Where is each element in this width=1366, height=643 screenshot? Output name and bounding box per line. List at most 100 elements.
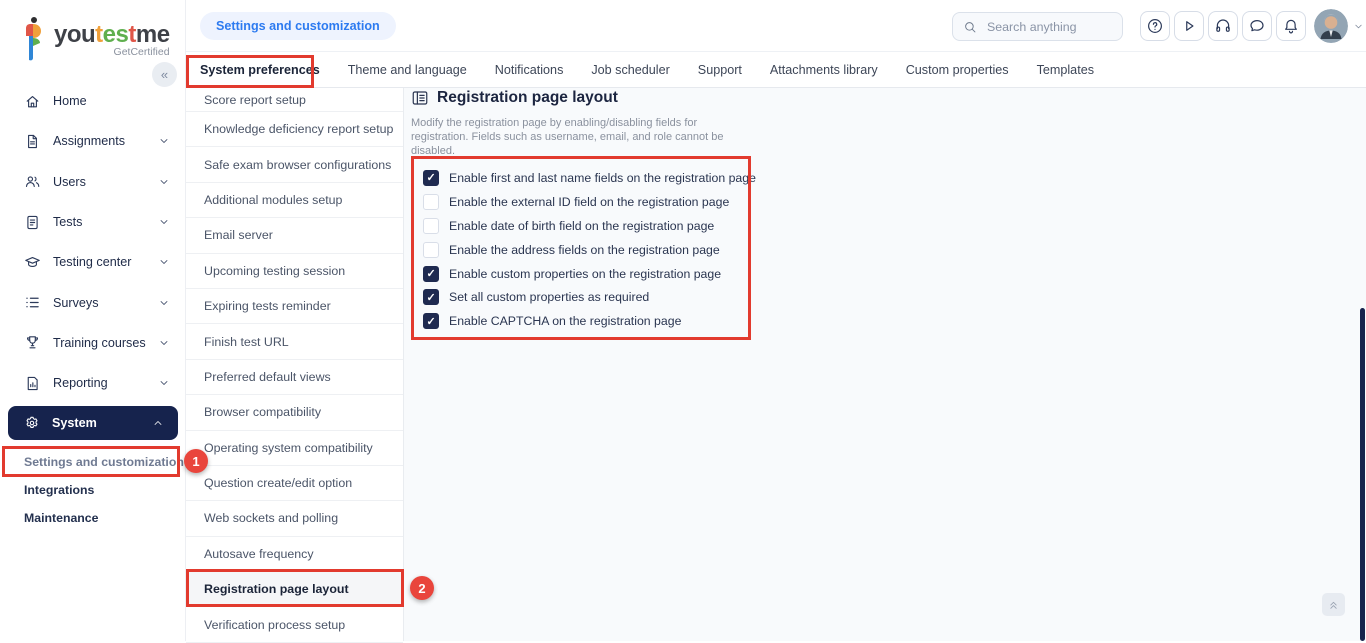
- sidebar-item-training-courses[interactable]: Training courses: [0, 323, 186, 363]
- option-row: Enable first and last name fields on the…: [423, 166, 756, 190]
- search-icon: [963, 20, 977, 34]
- help-button[interactable]: [1140, 11, 1170, 41]
- settings-item-upcoming-testing-session[interactable]: Upcoming testing session: [186, 254, 403, 289]
- settings-item-safe-exam-browser-configurations[interactable]: Safe exam browser configurations: [186, 147, 403, 182]
- system-submenu: Settings and customization Integrations …: [0, 448, 186, 532]
- option-row: Set all custom properties as required: [423, 285, 756, 309]
- settings-item-registration-page-layout[interactable]: Registration page layout: [186, 572, 403, 607]
- settings-item-autosave-frequency[interactable]: Autosave frequency: [186, 537, 403, 572]
- sidebar-item-label: Testing center: [53, 255, 146, 269]
- chevron-down-icon: [158, 176, 170, 188]
- tab-templates[interactable]: Templates: [1037, 63, 1094, 77]
- chevron-down-icon: [1353, 21, 1364, 32]
- checkbox-external-id[interactable]: [423, 194, 439, 210]
- tutorials-button[interactable]: [1174, 11, 1204, 41]
- scrollbar-thumb[interactable]: [1360, 308, 1365, 641]
- sidebar-item-label: System: [52, 416, 140, 430]
- chevron-down-icon: [158, 135, 170, 147]
- settings-item-verification-process-setup[interactable]: Verification process setup: [186, 607, 403, 642]
- reporting-icon: [24, 375, 41, 392]
- sidebar-subitem-settings-and-customization[interactable]: Settings and customization: [0, 448, 186, 476]
- annotation-badge-2: 2: [410, 576, 434, 600]
- page-title: Registration page layout: [437, 89, 618, 107]
- sidebar-item-tests[interactable]: Tests: [0, 202, 186, 242]
- tab-theme-and-language[interactable]: Theme and language: [348, 63, 467, 77]
- scroll-to-top-button[interactable]: [1322, 593, 1345, 616]
- double-chevron-up-icon: [1327, 598, 1340, 611]
- settings-item-score-report-setup[interactable]: Score report setup: [186, 88, 403, 112]
- assignments-icon: [24, 133, 41, 150]
- checkbox-date-of-birth[interactable]: [423, 218, 439, 234]
- global-search: [952, 12, 1123, 41]
- main-content: Registration page layout Modify the regi…: [404, 88, 1366, 641]
- tab-notifications[interactable]: Notifications: [495, 63, 564, 77]
- sidebar-item-users[interactable]: Users: [0, 162, 186, 202]
- collapse-icon: «: [161, 67, 168, 82]
- breadcrumb[interactable]: Settings and customization: [200, 12, 396, 40]
- user-menu[interactable]: [1314, 9, 1364, 43]
- settings-item-finish-test-url[interactable]: Finish test URL: [186, 324, 403, 359]
- settings-item-web-sockets-and-polling[interactable]: Web sockets and polling: [186, 501, 403, 536]
- tab-custom-properties[interactable]: Custom properties: [906, 63, 1009, 77]
- checkbox-captcha[interactable]: [423, 313, 439, 329]
- settings-item-expiring-tests-reminder[interactable]: Expiring tests reminder: [186, 289, 403, 324]
- chevron-down-icon: [158, 377, 170, 389]
- option-row: Enable date of birth field on the regist…: [423, 214, 756, 238]
- checkbox-label: Enable CAPTCHA on the registration page: [449, 314, 681, 328]
- settings-item-knowledge-deficiency-report-setup[interactable]: Knowledge deficiency report setup: [186, 112, 403, 147]
- settings-item-preferred-default-views[interactable]: Preferred default views: [186, 360, 403, 395]
- chevron-down-icon: [158, 337, 170, 349]
- bell-icon: [1282, 17, 1300, 35]
- tab-job-scheduler[interactable]: Job scheduler: [591, 63, 669, 77]
- chevron-down-icon: [158, 256, 170, 268]
- settings-item-browser-compatibility[interactable]: Browser compatibility: [186, 395, 403, 430]
- sidebar-nav: Home Assignments Users Tests Testing cen…: [0, 81, 186, 403]
- sidebar-item-system[interactable]: System: [8, 406, 178, 440]
- settings-item-additional-modules-setup[interactable]: Additional modules setup: [186, 183, 403, 218]
- subitem-label: Settings and customization: [24, 455, 184, 469]
- sidebar-subitem-maintenance[interactable]: Maintenance: [0, 504, 186, 532]
- home-icon: [24, 93, 41, 110]
- youtestme-logo-icon: [20, 16, 46, 62]
- sidebar-item-label: Reporting: [53, 376, 146, 390]
- option-row: Enable custom properties on the registra…: [423, 262, 756, 286]
- tab-attachments-library[interactable]: Attachments library: [770, 63, 878, 77]
- checkbox-label: Set all custom properties as required: [449, 290, 649, 304]
- search-input[interactable]: [985, 19, 1105, 35]
- subitem-label: Integrations: [24, 483, 94, 497]
- youtestme-logo[interactable]: youtestme GetCertified: [20, 16, 170, 62]
- sidebar-item-label: Users: [53, 175, 146, 189]
- sidebar-item-reporting[interactable]: Reporting: [0, 363, 186, 403]
- chevron-up-icon: [152, 417, 164, 429]
- play-icon: [1180, 17, 1198, 35]
- option-row: Enable CAPTCHA on the registration page: [423, 309, 756, 333]
- chat-bubble-icon: [1248, 17, 1266, 35]
- chevron-down-icon: [158, 216, 170, 228]
- settings-item-question-create-edit-option[interactable]: Question create/edit option: [186, 466, 403, 501]
- notifications-button[interactable]: [1276, 11, 1306, 41]
- headphones-icon: [1214, 17, 1232, 35]
- question-circle-icon: [1146, 17, 1164, 35]
- tab-system-preferences[interactable]: System preferences: [200, 63, 320, 77]
- sidebar-subitem-integrations[interactable]: Integrations: [0, 476, 186, 504]
- tab-support[interactable]: Support: [698, 63, 742, 77]
- sidebar-item-home[interactable]: Home: [0, 81, 186, 121]
- checkbox-custom-properties[interactable]: [423, 266, 439, 282]
- gear-icon: [24, 415, 40, 431]
- sidebar-item-testing-center[interactable]: Testing center: [0, 242, 186, 282]
- checkbox-custom-properties-required[interactable]: [423, 289, 439, 305]
- settings-item-operating-system-compatibility[interactable]: Operating system compatibility: [186, 431, 403, 466]
- registration-options: Enable first and last name fields on the…: [423, 166, 756, 333]
- settings-item-email-server[interactable]: Email server: [186, 218, 403, 253]
- option-row: Enable the address fields on the registr…: [423, 238, 756, 262]
- checkbox-first-last-name[interactable]: [423, 170, 439, 186]
- subitem-label: Maintenance: [24, 511, 98, 525]
- training-courses-icon: [24, 334, 41, 351]
- sidebar-item-assignments[interactable]: Assignments: [0, 121, 186, 161]
- messages-button[interactable]: [1242, 11, 1272, 41]
- top-bar: Settings and customization: [186, 0, 1366, 52]
- sidebar: youtestme GetCertified « Home Assignment…: [0, 0, 186, 641]
- checkbox-address-fields[interactable]: [423, 242, 439, 258]
- sidebar-item-surveys[interactable]: Surveys: [0, 282, 186, 322]
- support-button[interactable]: [1208, 11, 1238, 41]
